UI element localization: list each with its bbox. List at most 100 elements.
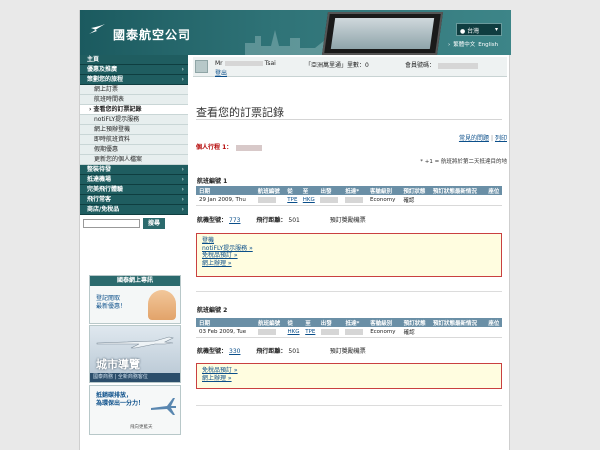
search-input[interactable] [83, 219, 140, 228]
sidebar-item-holidays[interactable]: 假期優惠 [80, 145, 188, 155]
table-row: 29 Jan 2009, Thu TPE HKG Economy 確認 [196, 195, 502, 206]
site-search: 搜尋 [80, 217, 188, 231]
chevron-down-icon: ▾ [494, 26, 498, 33]
region-selector[interactable]: ● 台灣 ▾ [456, 23, 502, 36]
membership-number: 會員號碼： [405, 60, 479, 69]
arrow-right-icon: › [181, 206, 184, 213]
miles-label: 「亞洲萬里通」里數： [305, 62, 366, 69]
smiling-child-image [148, 290, 176, 320]
logout-link[interactable]: 登出 [215, 68, 227, 77]
member-title: Mr [215, 60, 223, 67]
member-surname: Tsai [264, 60, 276, 67]
redacted-arrival-time [345, 196, 364, 203]
sidebar-item-notifly[interactable]: notiFLY提示服務 [80, 115, 188, 125]
flight-distance: 501 [288, 348, 300, 355]
entertainment-screen-image [321, 12, 444, 55]
site-header: 國泰航空公司 ● 台灣 ▾ › 繁體中文 English [80, 10, 511, 55]
promo-city-guide-strip: 國泰商務 | 全新商務客位 [90, 373, 180, 382]
trip-2-meta: 航機型號： 330 飛行距離： 501 預訂獎勵機票 [197, 348, 366, 355]
cathay-logo-icon[interactable] [88, 22, 106, 36]
promo-city-guide-title: 城市導覽 [96, 358, 140, 371]
promo-carbon-small: 飛向更藍天 [130, 425, 153, 430]
service-link-dutyfree[interactable]: 免稅品預訂 » [202, 252, 496, 260]
award-ticket-note: 預訂獎勵機票 [329, 217, 366, 224]
print-link[interactable]: 列印 [495, 135, 507, 142]
trip-2-services: 免稅品預訂 » 網上辦理 » [196, 363, 502, 389]
booking-status: 確認 [400, 195, 430, 206]
promo-city-guide[interactable]: 城市導覽 國泰商務 | 全新商務客位 [89, 325, 181, 383]
promo-newsletter[interactable]: 國泰網上專訊 登記閱取 最新優惠！ [89, 275, 181, 324]
sidebar-item-online-checkin[interactable]: 網上預辦登機 [80, 125, 188, 135]
utility-links: 常見的問題 | 列印 [458, 135, 507, 142]
cabin-class: Economy [367, 195, 401, 206]
trip-date: 03 Feb 2009, Tue [196, 327, 256, 338]
arrow-right-icon: › [181, 66, 184, 73]
arrow-right-icon: › [181, 196, 184, 203]
arrow-right-icon: › [181, 186, 184, 193]
table-header-row: 日期 航班編號 從 至 出發 抵達* 客艙級別 預訂狀態 預訂狀態最新情況 座位 [196, 318, 502, 327]
nav-item-flight-experience[interactable]: 完美飛行體驗 › [80, 185, 188, 195]
language-arrow: › [448, 42, 451, 48]
table-row: 03 Feb 2009, Tue HKG TPE Economy 確認 [196, 327, 502, 338]
sidebar-item-timetable[interactable]: 航班時間表 [80, 95, 188, 105]
promo-carbon-line2: 為環保出一分力！ [96, 400, 145, 407]
aircraft-type-link[interactable]: 330 [229, 348, 240, 355]
nav-item-frequent-flyer[interactable]: 飛行常客 › [80, 195, 188, 205]
nav-item-home[interactable]: 主頁 [80, 55, 188, 65]
trip-date: 29 Jan 2009, Thu [196, 195, 255, 206]
trip-1-title: 航班編號 1 [197, 178, 228, 185]
nav-item-shop[interactable]: 商店/免稅品 › [80, 205, 188, 215]
redacted-given-name [224, 61, 263, 66]
nav-item-plan-trip[interactable]: 策劃您的旅程 › [80, 75, 188, 85]
sidebar-item-update-profile[interactable]: 更新您的個人檔案 [80, 155, 188, 165]
arrow-right-icon: › [181, 166, 184, 173]
redacted-flight-number [258, 328, 277, 335]
trip-1-table: 日期 航班編號 從 至 出發 抵達* 客艙級別 預訂狀態 預訂狀態最新情況 座位… [196, 186, 502, 206]
language-switcher: › 繁體中文 English [448, 40, 501, 48]
destination-link[interactable]: HKG [303, 197, 315, 203]
aircraft-type-link[interactable]: 773 [229, 217, 240, 224]
booking-status: 確認 [400, 327, 431, 338]
trip-2-table: 日期 航班編號 從 至 出發 抵達* 客艙級別 預訂狀態 預訂狀態最新情況 座位… [196, 318, 502, 338]
membership-label: 會員號碼： [405, 62, 436, 69]
lang-english[interactable]: English [478, 42, 498, 48]
itinerary-group-label: 個人行程 1： [196, 142, 263, 151]
arrival-note: * +1 = 航班將於第二天抵達目的地 [420, 159, 507, 165]
sidebar-item-book-online[interactable]: 網上訂票 [80, 85, 188, 95]
redacted-departure-time [320, 328, 339, 335]
faq-link[interactable]: 常見的問題 [459, 135, 489, 142]
lang-traditional-chinese[interactable]: 繁體中文 [453, 42, 475, 48]
airplane-icon [151, 398, 176, 415]
service-link-checkin[interactable]: 網上辦理 » [202, 260, 496, 268]
promo-newsletter-line1: 登記閱取 [96, 295, 121, 302]
service-link-dutyfree[interactable]: 免稅品預訂 » [202, 367, 496, 375]
service-link-boarding[interactable]: 登機 [202, 237, 496, 245]
trip-2-title: 航班編號 2 [197, 307, 228, 314]
origin-link[interactable]: TPE [287, 197, 297, 203]
table-header-row: 日期 航班編號 從 至 出發 抵達* 客艙級別 預訂狀態 預訂狀態最新情況 座位 [196, 186, 502, 195]
service-link-notifly[interactable]: notiFLY提示服務 » [202, 245, 496, 253]
page-title: 查看您的訂票記錄 [196, 106, 284, 119]
member-bar: Mr Tsai 登出 「亞洲萬里通」里數：0 會員號碼： [193, 57, 507, 77]
brand-name[interactable]: 國泰航空公司 [113, 26, 191, 43]
flight-distance: 501 [288, 217, 300, 224]
trip-divider [196, 291, 502, 292]
sidebar-item-flight-status[interactable]: 即時航班資料 [80, 135, 188, 145]
trip-1-meta: 航機型號： 773 飛行距離： 501 預訂獎勵機票 [197, 217, 366, 224]
service-link-checkin[interactable]: 網上辦理 » [202, 375, 496, 383]
cabin-class: Economy [367, 327, 401, 338]
search-button[interactable]: 搜尋 [143, 218, 165, 229]
redacted-arrival-time [345, 328, 364, 335]
member-name: Mr Tsai [215, 60, 276, 67]
redacted-departure-time [320, 196, 339, 203]
destination-link[interactable]: TPE [305, 329, 315, 335]
nav-item-prepare[interactable]: 整裝待發 › [80, 165, 188, 175]
nav-item-airport[interactable]: 抵達機場 › [80, 175, 188, 185]
sidebar: 主頁 優惠及推廣 › 策劃您的旅程 › 網上訂票 航班時間表 › 查看您的訂票記錄 … [80, 55, 188, 450]
promo-carbon-offset[interactable]: 抵銷碳排放， 為環保出一分力！ 飛向更藍天 [89, 385, 181, 435]
page-container: 國泰航空公司 ● 台灣 ▾ › 繁體中文 English 主頁 優惠及推廣 › 策劃您… [79, 10, 511, 450]
origin-link[interactable]: HKG [288, 329, 300, 335]
nav-item-offers[interactable]: 優惠及推廣 › [80, 65, 188, 75]
sidebar-item-manage-booking[interactable]: › 查看您的訂票記錄 [80, 105, 188, 115]
globe-icon: ● [460, 28, 466, 35]
